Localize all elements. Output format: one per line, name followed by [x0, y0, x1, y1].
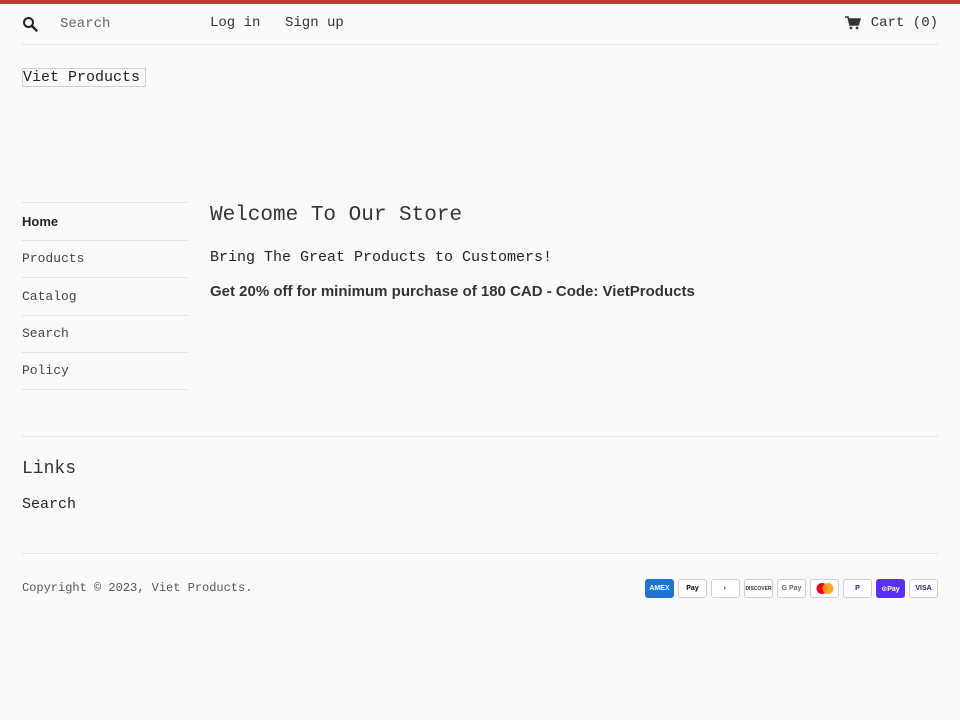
amex-icon: AMEX — [645, 579, 674, 598]
site-header: Log in Sign up Cart (0) — [22, 4, 938, 45]
shop-pay-icon: ⊙Pay — [876, 579, 905, 598]
sidebar-item-products[interactable]: Products — [22, 239, 188, 278]
search-form — [22, 13, 200, 35]
search-input[interactable] — [60, 16, 200, 32]
footer-link-search[interactable]: Search — [22, 496, 76, 513]
page-subtitle: Bring The Great Products to Customers! — [210, 249, 553, 266]
search-icon[interactable] — [22, 13, 48, 35]
cart-label: Cart (0) — [870, 15, 938, 31]
copyright-text: Copyright © 2023, Viet Products. — [22, 581, 253, 595]
sidebar-item-search[interactable]: Search — [22, 314, 188, 353]
cart-icon — [844, 16, 861, 30]
login-link[interactable]: Log in — [210, 15, 260, 31]
payment-icons: AMEX Pay ◐ DISCOVER G Pay P ⊙Pay VISA — [645, 579, 938, 598]
diners-club-icon: ◐ — [711, 579, 740, 598]
signup-link[interactable]: Sign up — [285, 15, 344, 31]
site-logo[interactable]: Viet Products — [22, 68, 147, 87]
discover-icon: DISCOVER — [744, 579, 773, 598]
cart-link[interactable]: Cart (0) — [844, 15, 938, 31]
sidebar-item-catalog[interactable]: Catalog — [22, 277, 188, 315]
sidebar-item-home[interactable]: Home — [22, 202, 188, 240]
promo-text: Get 20% off for minimum purchase of 180 … — [210, 283, 695, 300]
mastercard-icon — [810, 579, 839, 598]
google-pay-icon: G Pay — [777, 579, 806, 598]
paypal-icon: P — [843, 579, 872, 598]
sidebar-item-policy[interactable]: Policy — [22, 352, 188, 390]
sidebar-nav: Home Products Catalog Search Policy — [22, 202, 188, 390]
page-title: Welcome To Our Store — [210, 204, 463, 227]
footer-divider-top — [22, 436, 938, 437]
main-content: Welcome To Our Store Bring The Great Pro… — [210, 203, 938, 300]
footer-divider-bottom — [22, 553, 938, 554]
apple-pay-icon: Pay — [678, 579, 707, 598]
footer-links-title: Links — [22, 459, 77, 479]
visa-icon: VISA — [909, 579, 938, 598]
